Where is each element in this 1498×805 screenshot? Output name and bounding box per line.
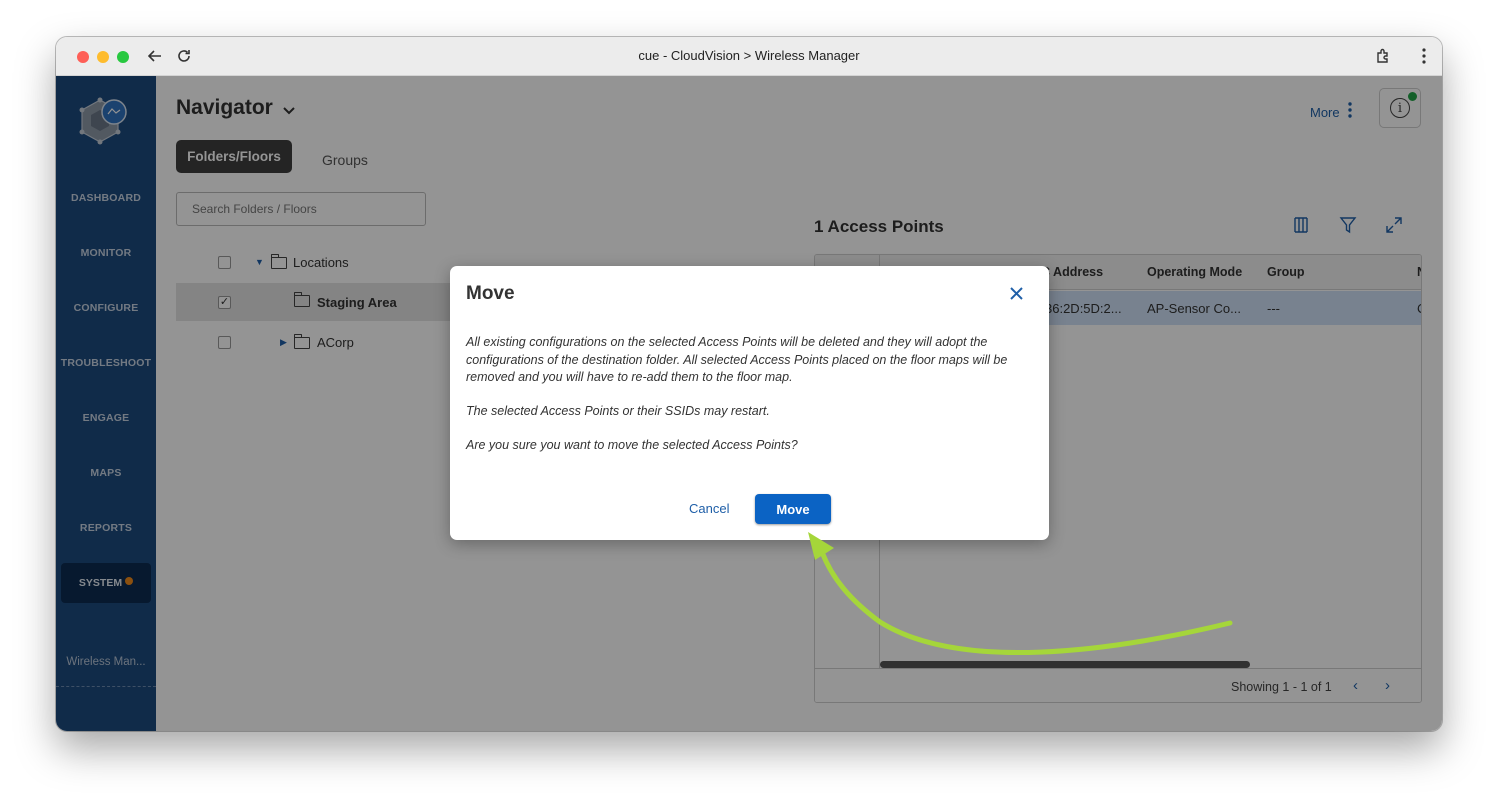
dialog-warning-text: All existing configurations on the selec… <box>466 335 1008 384</box>
move-button[interactable]: Move <box>755 494 831 524</box>
extensions-icon[interactable] <box>1372 45 1394 67</box>
window-title: cue - CloudVision > Wireless Manager <box>638 48 860 63</box>
dialog-confirm-question: Are you sure you want to move the select… <box>466 438 798 452</box>
kebab-icon[interactable] <box>1413 45 1435 67</box>
dialog-restart-text: The selected Access Points or their SSID… <box>466 404 770 418</box>
cancel-button[interactable]: Cancel <box>689 501 729 516</box>
move-dialog: Move All existing configurations on the … <box>450 266 1049 540</box>
close-icon[interactable] <box>1010 283 1023 306</box>
dialog-title: Move <box>466 283 515 304</box>
browser-window: cue - CloudVision > Wireless Manager DAS… <box>56 37 1442 731</box>
title-bar: cue - CloudVision > Wireless Manager <box>56 37 1442 76</box>
